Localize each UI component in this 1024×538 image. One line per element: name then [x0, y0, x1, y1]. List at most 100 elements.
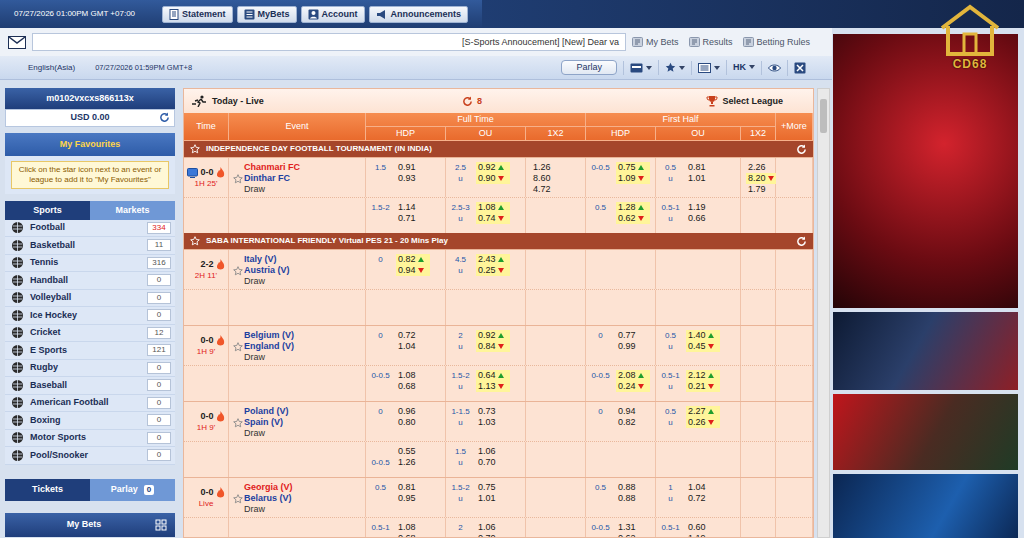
odds-button[interactable]: 1.13 [476, 381, 510, 392]
odds-value[interactable]: 0.80 [398, 417, 416, 428]
odds-button[interactable]: 0.75 [476, 482, 510, 493]
refresh-icon[interactable] [796, 236, 807, 247]
ad-banner[interactable] [833, 34, 1018, 308]
odds-button[interactable]: 0.60 [686, 522, 720, 533]
odds-type[interactable]: HK [733, 62, 746, 73]
sport-name[interactable]: Basketball [30, 240, 75, 251]
logo-text[interactable]: CD68 [953, 57, 988, 71]
toolbar-dropdown[interactable] [658, 60, 691, 75]
odds-value[interactable]: 1.01 [688, 173, 706, 184]
odds-value[interactable]: 1.03 [478, 417, 496, 428]
star-icon[interactable] [233, 494, 243, 504]
star-icon[interactable] [190, 236, 200, 246]
odds-value[interactable]: 1.08 [398, 522, 416, 533]
odds-button[interactable]: 1.40 [686, 330, 720, 341]
odds-button[interactable]: 0.93 [396, 173, 430, 184]
odds-value[interactable]: 0.45 [688, 341, 706, 352]
sport-item[interactable]: Tennis316 [5, 255, 175, 273]
odds-value[interactable]: 8.20 [748, 173, 766, 184]
odds-button[interactable]: 0.95 [396, 493, 430, 504]
odds-value[interactable]: 1.26 [533, 162, 551, 173]
sport-name[interactable]: Volleyball [30, 292, 71, 303]
bet-tab-label[interactable]: Tickets [32, 484, 63, 495]
odds-value[interactable]: 0.68 [398, 533, 416, 538]
odds-value[interactable]: 0.62 [618, 213, 636, 224]
sport-item[interactable]: Handball0 [5, 272, 175, 290]
odds-value[interactable]: 0.24 [618, 381, 636, 392]
odds-button[interactable]: 1.08 [396, 522, 430, 533]
top-button[interactable]: MyBets [237, 6, 297, 23]
sport-item[interactable]: Motor Sports0 [5, 430, 175, 448]
odds-value[interactable]: 1.08 [478, 202, 496, 213]
odds-button[interactable]: 0.45 [686, 341, 720, 352]
toolbar-dropdown[interactable] [761, 61, 787, 75]
refresh-icon[interactable] [159, 112, 170, 123]
odds-value[interactable]: 1.01 [478, 493, 496, 504]
odds-button[interactable]: 1.31 [616, 522, 650, 533]
sport-item[interactable]: Ice Hockey0 [5, 307, 175, 325]
odds-value[interactable]: 0.74 [478, 213, 496, 224]
league-header[interactable]: INDEPENDENCE DAY FOOTBALL TOURNAMENT (IN… [184, 141, 813, 157]
home-team[interactable]: Belgium (V) [244, 330, 294, 341]
odds-value[interactable]: 0.82 [618, 417, 636, 428]
sport-name[interactable]: Ice Hockey [30, 310, 77, 321]
odds-button[interactable]: 0.74 [476, 213, 510, 224]
sport-item[interactable]: American Football0 [5, 395, 175, 413]
odds-value[interactable]: 0.84 [478, 341, 496, 352]
star-icon[interactable] [233, 418, 243, 428]
odds-button[interactable]: 2.43 [476, 254, 510, 265]
sport-name[interactable]: Baseball [30, 380, 67, 391]
refresh-button[interactable]: 8 [462, 96, 482, 107]
odds-button[interactable]: 0.66 [686, 213, 720, 224]
odds-value[interactable]: 0.77 [618, 330, 636, 341]
odds-button[interactable]: 0.26 [686, 417, 720, 428]
odds-button[interactable]: 0.94 [396, 265, 430, 276]
odds-button[interactable]: 0.90 [476, 173, 510, 184]
odds-button[interactable]: 0.25 [476, 265, 510, 276]
odds-value[interactable]: 0.26 [688, 417, 706, 428]
league-header[interactable]: SABA INTERNATIONAL FRIENDLY Virtual PES … [184, 233, 813, 249]
odds-value[interactable]: 0.88 [618, 482, 636, 493]
odds-button[interactable]: 2.12 [686, 370, 720, 381]
sport-item[interactable]: Rugby0 [5, 360, 175, 378]
odds-value[interactable]: 0.92 [478, 330, 496, 341]
home-team[interactable]: Poland (V) [244, 406, 289, 417]
league-name[interactable]: SABA INTERNATIONAL FRIENDLY Virtual PES … [206, 236, 448, 246]
odds-value[interactable]: 0.75 [478, 482, 496, 493]
sport-name[interactable]: Handball [30, 275, 68, 286]
away-team[interactable]: Dinthar FC [244, 173, 300, 184]
odds-button[interactable]: 4.72 [531, 184, 553, 195]
odds-value[interactable]: 4.72 [533, 184, 551, 195]
odds-value[interactable]: 1.40 [688, 330, 706, 341]
odds-button[interactable]: 2.08 [616, 370, 650, 381]
odds-button[interactable]: 0.62 [616, 213, 650, 224]
odds-value[interactable]: 1.06 [478, 522, 496, 533]
odds-button[interactable]: 0.55 [396, 446, 430, 457]
top-button-label[interactable]: Announcements [391, 9, 462, 20]
ad-banner[interactable] [833, 394, 1018, 470]
odds-button[interactable]: 0.68 [396, 381, 430, 392]
toolbar-dropdown[interactable] [691, 61, 726, 75]
ad-banner[interactable] [833, 312, 1018, 390]
refresh-icon[interactable] [796, 144, 807, 155]
site-logo[interactable]: CD68 [930, 4, 1010, 71]
odds-button[interactable]: 1.04 [396, 341, 430, 352]
sport-name[interactable]: Cricket [30, 327, 61, 338]
sport-item[interactable]: Baseball0 [5, 377, 175, 395]
sidebar-tab[interactable]: Markets [90, 201, 175, 220]
sport-name[interactable]: Rugby [30, 362, 58, 373]
odds-value[interactable]: 0.96 [398, 406, 416, 417]
odds-value[interactable]: 0.95 [398, 493, 416, 504]
bet-tab-label[interactable]: Parlay [111, 484, 138, 495]
odds-button[interactable]: 1.01 [686, 173, 720, 184]
sport-item[interactable]: Volleyball0 [5, 290, 175, 308]
odds-value[interactable]: 1.04 [398, 341, 416, 352]
odds-value[interactable]: 0.91 [398, 162, 416, 173]
sport-name[interactable]: Football [30, 222, 65, 233]
odds-button[interactable]: 1.03 [476, 417, 510, 428]
odds-value[interactable]: 1.19 [688, 533, 706, 538]
odds-value[interactable]: 8.60 [533, 173, 551, 184]
odds-value[interactable]: 1.14 [398, 202, 416, 213]
select-league-button[interactable]: Select League [706, 95, 783, 107]
announcement-text[interactable]: [S-Sports Annoucement] [New] Dear va [462, 37, 619, 48]
